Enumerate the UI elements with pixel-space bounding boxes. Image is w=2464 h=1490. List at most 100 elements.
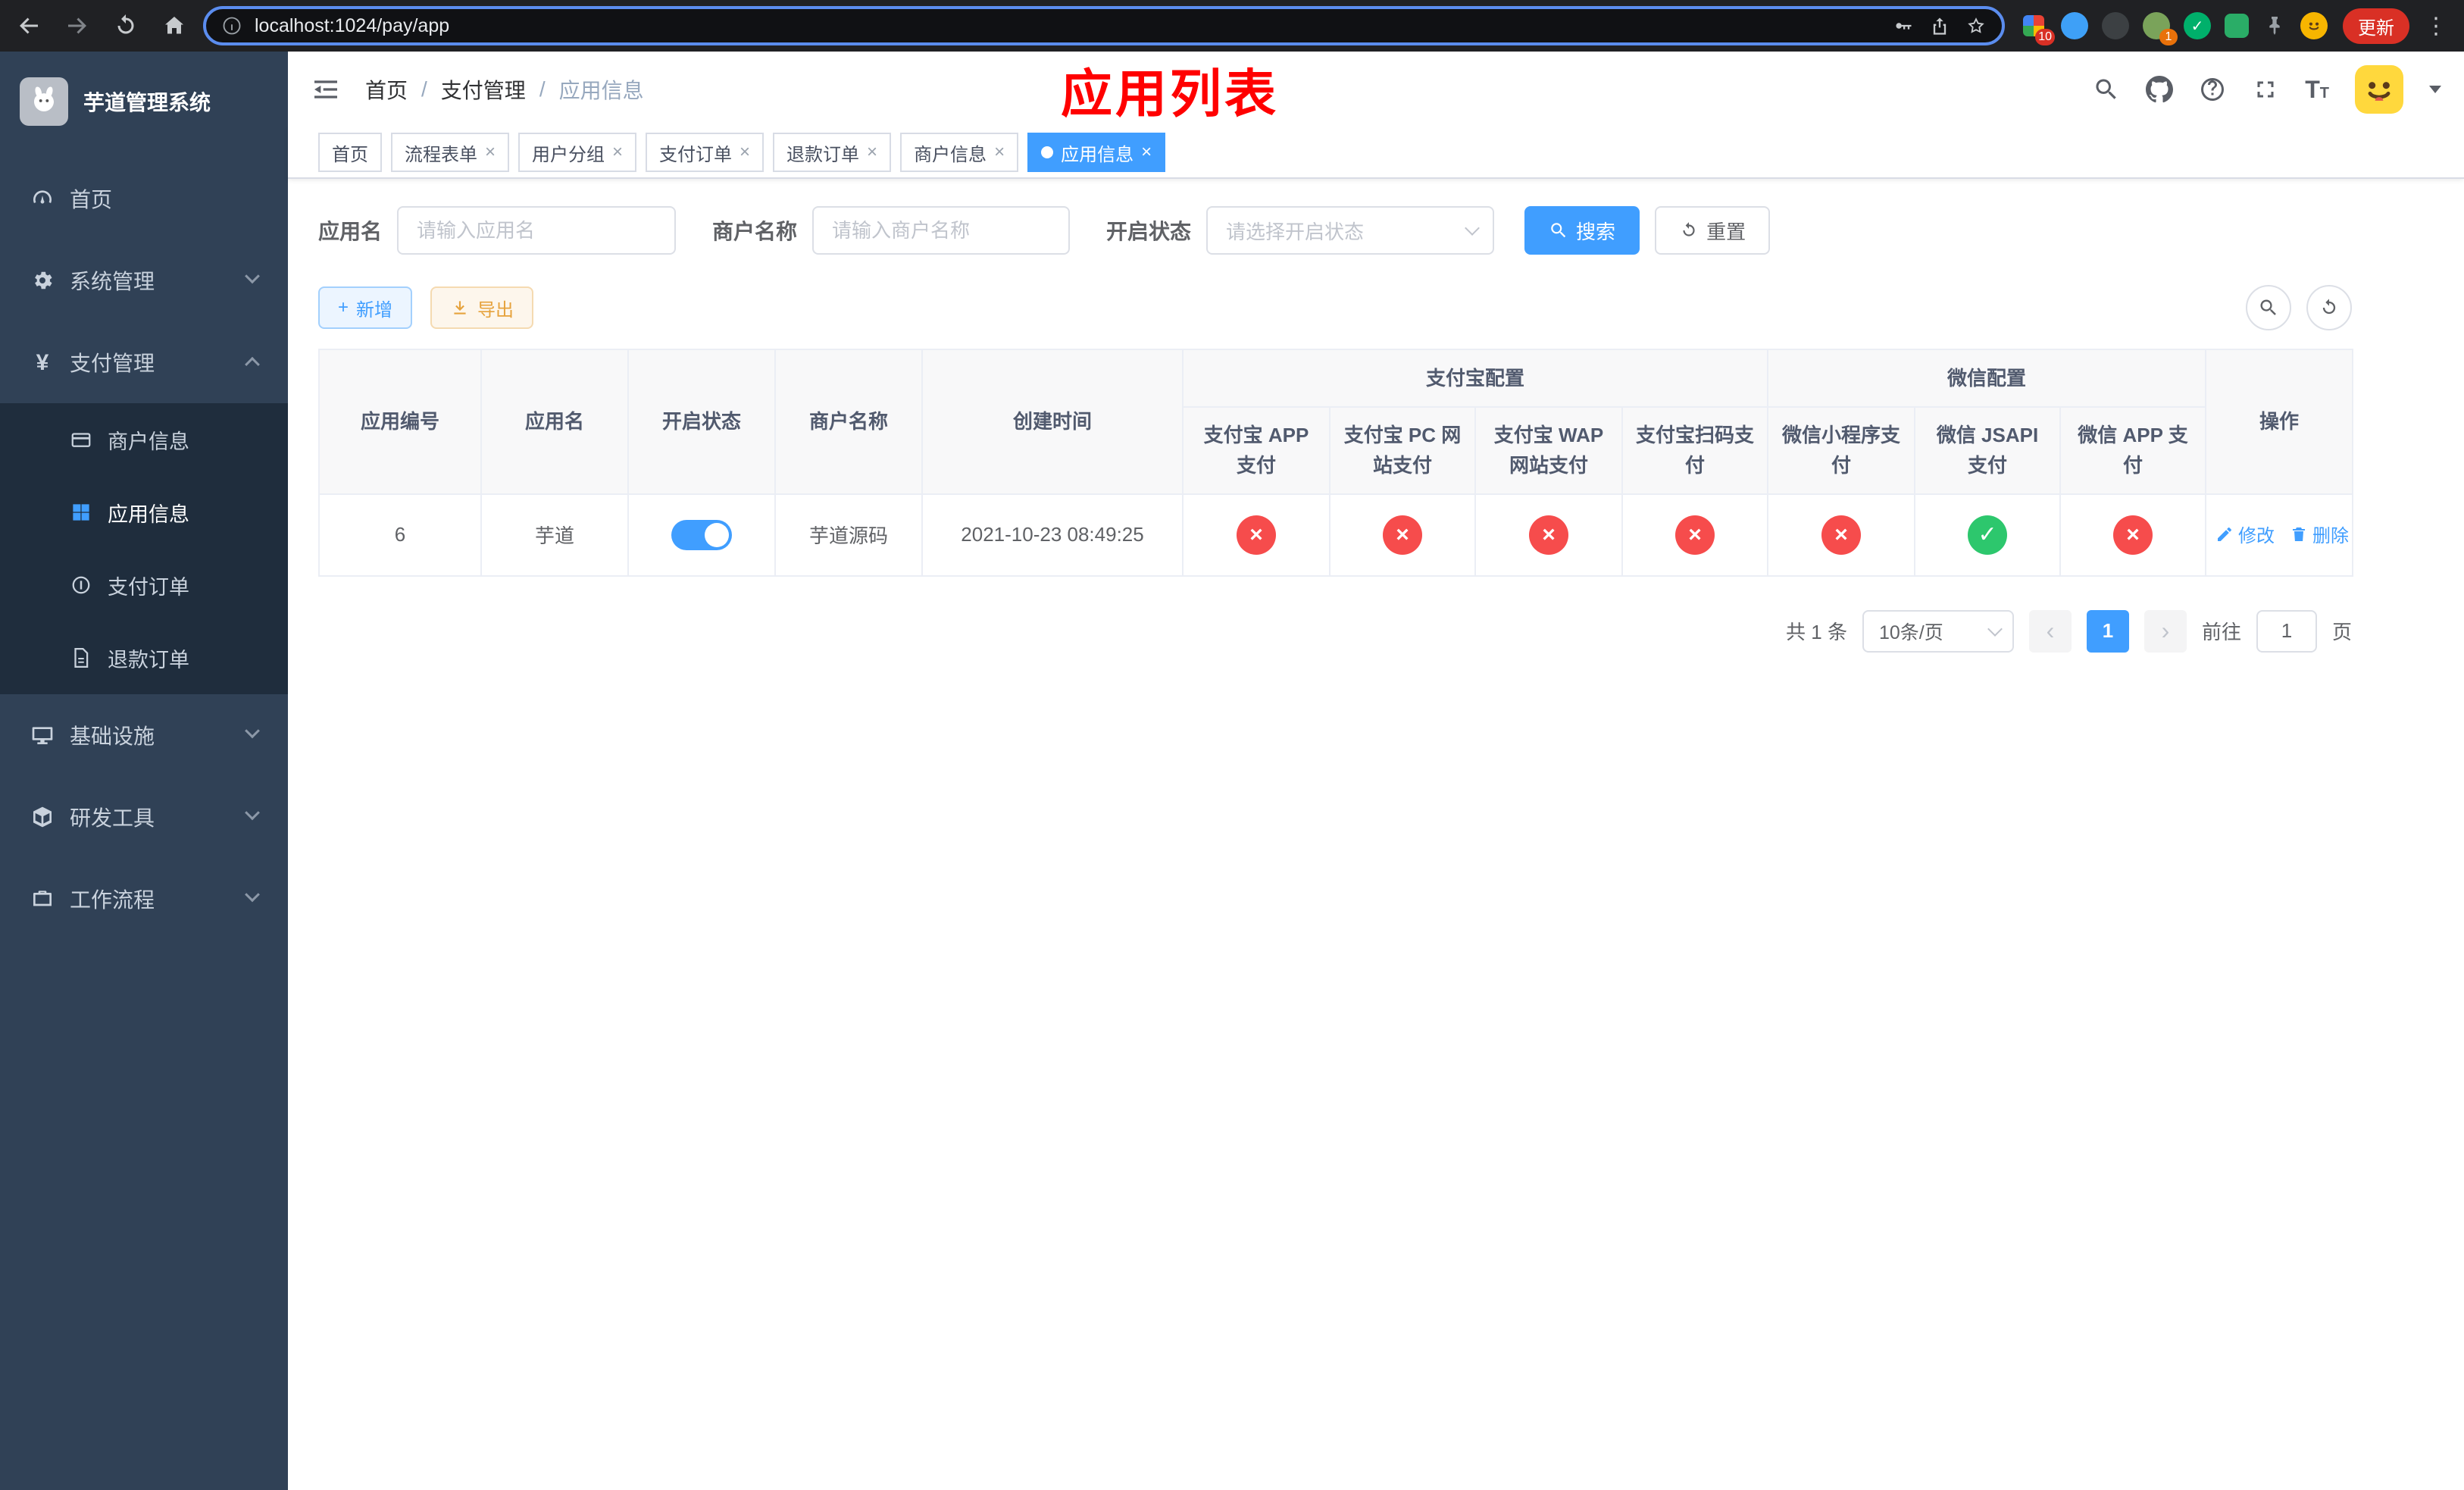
sidebar-item-dev-tools[interactable]: 研发工具 <box>0 776 288 858</box>
grid-icon <box>70 501 92 524</box>
share-icon[interactable] <box>1929 15 1950 36</box>
toggle-search-icon[interactable] <box>2246 285 2291 330</box>
avatar[interactable] <box>2355 65 2403 114</box>
sidebar-item-pay-order[interactable]: 支付订单 <box>0 549 288 621</box>
extension-dark-icon[interactable] <box>2102 12 2129 39</box>
tab-label: 应用信息 <box>1061 144 1134 165</box>
sidebar-item-label: 支付管理 <box>70 352 155 375</box>
sidebar-item-label: 基础设施 <box>70 725 155 748</box>
sidebar-toggle-icon[interactable] <box>311 74 341 105</box>
sidebar-item-label: 研发工具 <box>70 806 155 830</box>
cell-alipay-app: × <box>1182 493 1330 577</box>
browser-menu-icon[interactable]: ⋮ <box>2425 13 2449 39</box>
sidebar-item-refund-order[interactable]: 退款订单 <box>0 621 288 694</box>
fullscreen-icon[interactable] <box>2252 76 2279 103</box>
sidebar-item-workflow[interactable]: 工作流程 <box>0 858 288 940</box>
page-size-value: 10条/页 <box>1878 621 1943 643</box>
sidebar-item-system[interactable]: 系统管理 <box>0 239 288 321</box>
page-number-1[interactable]: 1 <box>2086 609 2129 653</box>
sidebar-item-payment[interactable]: ¥ 支付管理 <box>0 321 288 403</box>
app-logo[interactable]: 芋道管理系统 <box>0 52 288 152</box>
tab-close-icon[interactable]: × <box>994 143 1005 161</box>
search-icon[interactable] <box>2093 76 2120 103</box>
search-button[interactable]: 搜索 <box>1524 206 1640 255</box>
export-button-label: 导出 <box>477 299 514 321</box>
status-check-icon: ✓ <box>1968 515 2008 555</box>
sidebar-item-home[interactable]: 首页 <box>0 158 288 239</box>
home-icon[interactable] <box>161 12 188 39</box>
status-cross-icon: × <box>1383 515 1422 555</box>
col-actions: 操作 <box>2205 348 2354 495</box>
extensions-menu-icon[interactable]: 10 <box>2020 12 2055 45</box>
chevron-down-icon <box>245 723 260 739</box>
refresh-table-icon[interactable] <box>2306 285 2352 330</box>
goto-suffix: 页 <box>2331 621 2352 644</box>
help-icon[interactable] <box>2199 76 2226 103</box>
table-toolbar: + 新增 导出 <box>318 285 2352 330</box>
github-icon[interactable] <box>2146 76 2174 103</box>
extension-pin-icon[interactable] <box>2262 14 2287 38</box>
col-alipay-app: 支付宝 APP 支付 <box>1182 405 1330 495</box>
payment-submenu: 商户信息 应用信息 支付订单 退款订单 <box>0 403 288 694</box>
forward-icon[interactable] <box>64 12 91 39</box>
tab-close-icon[interactable]: × <box>740 143 750 161</box>
refresh-icon <box>1683 222 1695 236</box>
sidebar-item-merchant-info[interactable]: 商户信息 <box>0 403 288 476</box>
bookmark-star-icon[interactable] <box>1965 15 1987 36</box>
chevron-down-icon <box>245 805 260 821</box>
page-size-select[interactable]: 10条/页 <box>1862 609 2014 653</box>
tab-app-info[interactable]: 应用信息 × <box>1027 133 1166 172</box>
breadcrumb-payment[interactable]: 支付管理 <box>441 74 526 105</box>
reload-icon[interactable] <box>112 12 139 39</box>
status-cross-icon: × <box>1675 515 1715 555</box>
tab-user-group[interactable]: 用户分组 × <box>518 133 637 172</box>
export-button[interactable]: 导出 <box>430 286 534 329</box>
site-info-icon[interactable] <box>221 15 242 36</box>
chevron-down-icon <box>1465 221 1480 236</box>
cell-created: 2021-10-23 08:49:25 <box>921 493 1184 577</box>
tab-pay-order[interactable]: 支付订单 × <box>646 133 765 172</box>
url-bar[interactable]: localhost:1024/pay/app <box>203 6 2005 45</box>
col-status: 开启状态 <box>627 348 776 495</box>
browser-update-button[interactable]: 更新 <box>2343 8 2409 44</box>
tab-merchant-info[interactable]: 商户信息 × <box>900 133 1019 172</box>
topbar-actions: TT <box>2093 65 2441 114</box>
download-icon <box>454 301 466 315</box>
goto-page-input[interactable] <box>2256 609 2317 653</box>
font-size-icon[interactable]: TT <box>2305 77 2329 102</box>
monitor-icon <box>30 723 55 747</box>
extension-chat-icon[interactable] <box>2225 14 2249 38</box>
password-key-icon[interactable] <box>1893 15 1914 36</box>
sidebar-item-infrastructure[interactable]: 基础设施 <box>0 694 288 776</box>
back-icon[interactable] <box>15 12 42 39</box>
next-page-icon[interactable]: › <box>2143 609 2187 653</box>
tab-close-icon[interactable]: × <box>485 143 496 161</box>
extension-blue-icon[interactable] <box>2061 12 2088 39</box>
extension-emoji-icon[interactable] <box>2300 12 2328 39</box>
delete-link[interactable]: 删除 <box>2290 521 2349 547</box>
tab-home[interactable]: 首页 <box>318 133 382 172</box>
status-toggle[interactable] <box>671 519 732 550</box>
tab-close-icon[interactable]: × <box>867 143 877 161</box>
reset-button[interactable]: 重置 <box>1655 206 1771 255</box>
logo-image <box>20 77 68 126</box>
status-select[interactable]: 请选择开启状态 <box>1206 206 1495 255</box>
search-icon <box>1551 223 1566 238</box>
status-cross-icon: × <box>1237 515 1276 555</box>
prev-page-icon[interactable]: ‹ <box>2028 609 2072 653</box>
tab-process-form[interactable]: 流程表单 × <box>391 133 510 172</box>
extension-avatar-icon[interactable]: 1 <box>2143 12 2178 45</box>
edit-link[interactable]: 修改 <box>2215 521 2275 547</box>
app-name-input[interactable] <box>397 206 677 255</box>
sidebar-menu: 首页 系统管理 ¥ 支付管理 商户信息 应用信息 支付订单 退款订单 基础设施 … <box>0 152 288 1490</box>
extension-check-icon[interactable]: ✓ <box>2184 12 2211 39</box>
merchant-name-input[interactable] <box>812 206 1071 255</box>
filter-form: 应用名 商户名称 开启状态 请选择开启状态 搜索 重置 <box>318 206 2352 255</box>
tab-refund-order[interactable]: 退款订单 × <box>773 133 892 172</box>
sidebar-item-app-info[interactable]: 应用信息 <box>0 476 288 549</box>
tab-close-icon[interactable]: × <box>1141 143 1152 161</box>
avatar-caret-icon[interactable] <box>2429 86 2441 93</box>
add-button[interactable]: + 新增 <box>318 286 413 329</box>
breadcrumb-home[interactable]: 首页 <box>365 74 408 105</box>
tab-close-icon[interactable]: × <box>612 143 623 161</box>
